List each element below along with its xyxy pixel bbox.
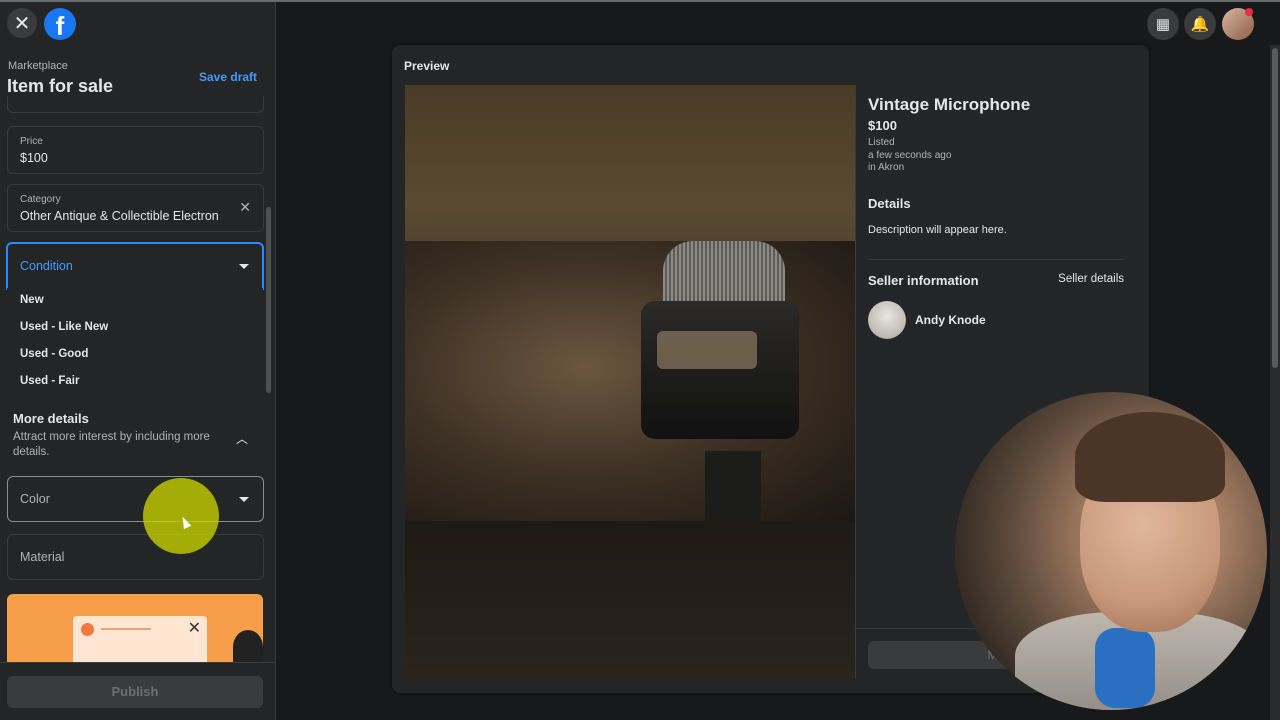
- sidebar-footer: Publish: [0, 662, 275, 720]
- breadcrumb[interactable]: Marketplace: [8, 60, 68, 72]
- price-label: Price: [20, 136, 43, 147]
- promo-line: [101, 628, 151, 630]
- seller-avatar: [868, 301, 906, 339]
- material-field[interactable]: Material: [7, 534, 264, 580]
- item-title: Vintage Microphone: [868, 95, 1031, 114]
- page-scrollbar-thumb[interactable]: [1272, 48, 1278, 368]
- listed-time: a few seconds ago: [868, 150, 952, 161]
- condition-option-new[interactable]: New: [20, 294, 44, 306]
- condition-option-good[interactable]: Used - Good: [20, 348, 88, 360]
- promo-person-illustration: [233, 630, 263, 664]
- category-field[interactable]: Category Other Antique & Collectible Ele…: [7, 184, 264, 232]
- divider: [868, 259, 1124, 260]
- color-select[interactable]: Color: [7, 476, 264, 522]
- description-placeholder: Description will appear here.: [868, 224, 1007, 236]
- clear-category-icon[interactable]: ✕: [239, 199, 251, 216]
- save-draft-link[interactable]: Save draft: [199, 70, 257, 84]
- title-field-partial[interactable]: [7, 96, 264, 113]
- listing-location: in Akron: [868, 162, 905, 173]
- close-icon: ✕: [13, 12, 31, 35]
- preview-label: Preview: [404, 59, 450, 73]
- listing-sidebar: ✕ f Marketplace Item for sale Save draft…: [0, 2, 276, 720]
- price-value: $100: [20, 151, 48, 165]
- more-details-description: Attract more interest by including more …: [13, 431, 210, 458]
- chevron-down-icon: [239, 264, 249, 269]
- facebook-logo[interactable]: f: [44, 8, 76, 41]
- webcam-overlay: [955, 392, 1267, 710]
- microphone-image: [405, 241, 855, 521]
- item-price: $100: [868, 118, 897, 133]
- publish-button[interactable]: Publish: [7, 676, 263, 708]
- color-placeholder: Color: [20, 492, 50, 506]
- chevron-up-icon[interactable]: ︿: [236, 430, 248, 447]
- price-field[interactable]: Price $100: [7, 126, 264, 174]
- seller-details-link[interactable]: Seller details: [1058, 273, 1124, 285]
- category-value: Other Antique & Collectible Electron: [20, 209, 219, 223]
- condition-dropdown: New Used - Like New Used - Good Used - F…: [7, 288, 263, 398]
- condition-placeholder: Condition: [20, 259, 73, 273]
- sidebar-scrollbar[interactable]: [266, 207, 271, 393]
- notification-badge: [1245, 8, 1253, 16]
- notifications-icon[interactable]: 🔔: [1184, 8, 1216, 40]
- presenter-collar: [1095, 628, 1155, 708]
- promo-close-icon: ✕: [187, 620, 201, 637]
- condition-option-like-new[interactable]: Used - Like New: [20, 321, 108, 333]
- listed-label: Listed: [868, 137, 895, 148]
- material-placeholder: Material: [20, 550, 65, 564]
- presenter-hair: [1075, 412, 1225, 502]
- chevron-down-icon: [239, 497, 249, 502]
- photo-bottom: [405, 521, 855, 679]
- promo-illustration: ✕: [7, 594, 263, 664]
- menu-grid-icon[interactable]: ▦: [1147, 8, 1179, 40]
- page-title: Item for sale: [7, 76, 114, 96]
- listing-photo[interactable]: [405, 85, 855, 679]
- seller-name: Andy Knode: [915, 313, 986, 327]
- condition-select[interactable]: Condition: [6, 242, 264, 290]
- category-label: Category: [20, 194, 61, 205]
- more-details-title: More details: [13, 411, 89, 426]
- condition-option-fair[interactable]: Used - Fair: [20, 375, 79, 387]
- details-title: Details: [868, 196, 911, 211]
- promo-card: ✕: [73, 616, 207, 664]
- mic-badge: [657, 331, 757, 369]
- promo-dot: [81, 623, 94, 636]
- seller-info-title: Seller information: [868, 273, 979, 288]
- close-button[interactable]: ✕: [7, 8, 37, 38]
- mic-stem: [705, 451, 761, 521]
- mic-body: [641, 301, 799, 439]
